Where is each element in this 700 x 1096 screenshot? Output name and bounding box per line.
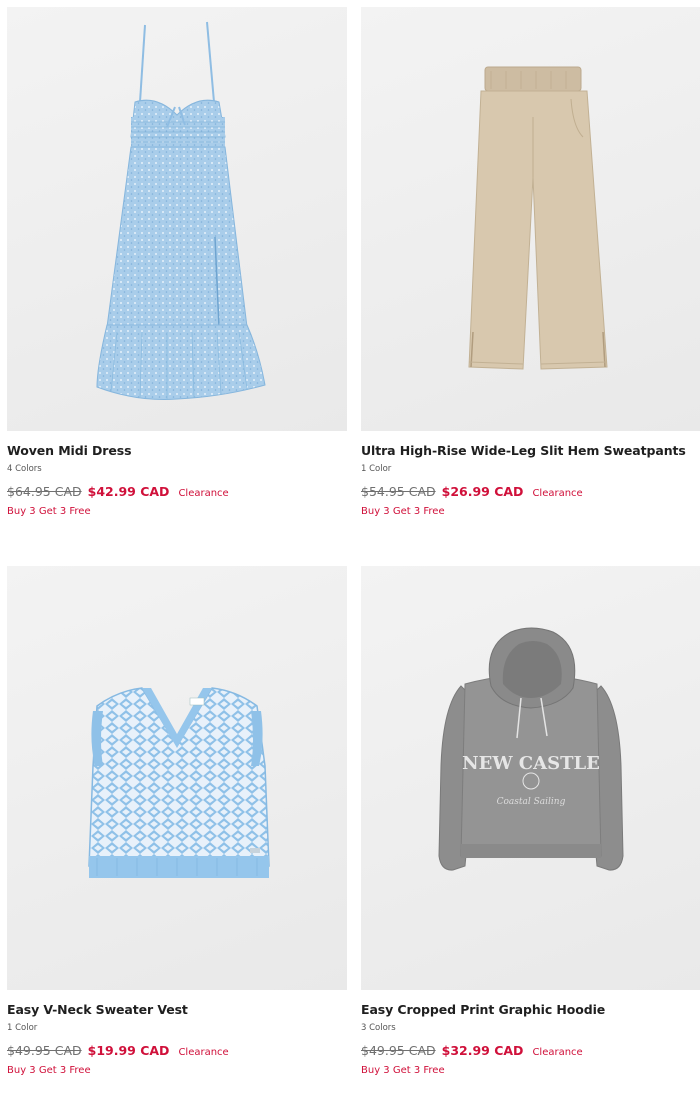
- product-image[interactable]: NEW CASTLE Coastal Sailing: [361, 566, 700, 990]
- color-count: 1 Color: [7, 1023, 38, 1033]
- promo-text: Buy 3 Get 3 Free: [7, 506, 91, 517]
- hoodie-graphic-subtext: Coastal Sailing: [497, 797, 566, 807]
- clearance-badge: Clearance: [532, 488, 583, 499]
- product-image[interactable]: [7, 566, 347, 990]
- sale-price: $32.99 CAD: [441, 1043, 524, 1058]
- product-card[interactable]: Ultra High-Rise Wide-Leg Slit Hem Sweatp…: [361, 7, 700, 517]
- sale-price: $19.99 CAD: [87, 1043, 170, 1058]
- original-price: $49.95 CAD: [361, 1043, 436, 1058]
- clearance-badge: Clearance: [532, 1047, 583, 1058]
- original-price: $64.95 CAD: [7, 484, 82, 499]
- promo-text: Buy 3 Get 3 Free: [361, 1065, 445, 1076]
- product-card[interactable]: NEW CASTLE Coastal Sailing Easy Cropped …: [361, 566, 700, 1076]
- sweatpants-illustration: [468, 66, 608, 370]
- price-row: $54.95 CAD $26.99 CAD Clearance: [361, 484, 700, 499]
- product-card[interactable]: Woven Midi Dress 4 Colors $64.95 CAD $42…: [7, 7, 347, 517]
- product-name[interactable]: Woven Midi Dress: [7, 443, 347, 458]
- clearance-badge: Clearance: [178, 1047, 229, 1058]
- dress-illustration: [96, 21, 266, 400]
- price-row: $49.95 CAD $32.99 CAD Clearance: [361, 1043, 700, 1058]
- price-row: $64.95 CAD $42.99 CAD Clearance: [7, 484, 347, 499]
- promo-text: Buy 3 Get 3 Free: [361, 506, 445, 517]
- product-name[interactable]: Easy Cropped Print Graphic Hoodie: [361, 1002, 700, 1017]
- promo-text: Buy 3 Get 3 Free: [7, 1065, 91, 1076]
- hoodie-graphic-text: NEW CASTLE: [462, 753, 600, 774]
- original-price: $49.95 CAD: [7, 1043, 82, 1058]
- product-image[interactable]: [361, 7, 700, 431]
- price-row: $49.95 CAD $19.99 CAD Clearance: [7, 1043, 347, 1058]
- clearance-badge: Clearance: [178, 488, 229, 499]
- color-count: 4 Colors: [7, 464, 42, 474]
- sweater-vest-illustration: [88, 687, 270, 878]
- color-count: 3 Colors: [361, 1023, 396, 1033]
- color-count: 1 Color: [361, 464, 392, 474]
- original-price: $54.95 CAD: [361, 484, 436, 499]
- product-image[interactable]: [7, 7, 347, 431]
- product-name[interactable]: Easy V-Neck Sweater Vest: [7, 1002, 347, 1017]
- product-name[interactable]: Ultra High-Rise Wide-Leg Slit Hem Sweatp…: [361, 443, 700, 458]
- product-card[interactable]: Easy V-Neck Sweater Vest 1 Color $49.95 …: [7, 566, 347, 1076]
- sale-price: $26.99 CAD: [441, 484, 524, 499]
- sale-price: $42.99 CAD: [87, 484, 170, 499]
- hoodie-illustration: NEW CASTLE Coastal Sailing: [438, 627, 624, 871]
